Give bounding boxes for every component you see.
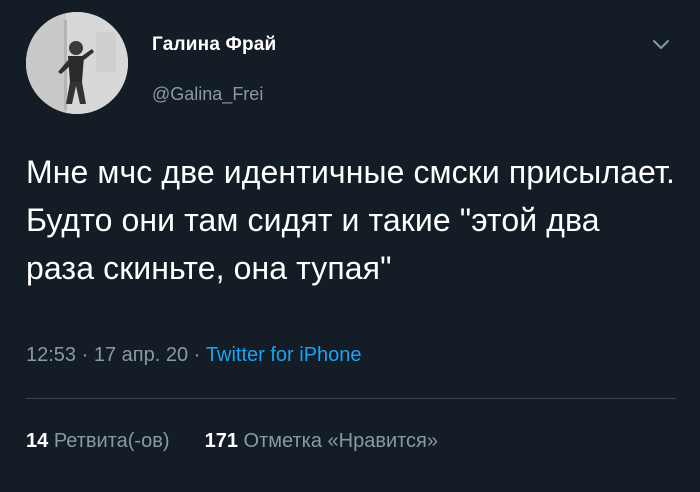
retweets-count: 14: [26, 430, 49, 452]
retweets-label: Ретвита(-ов): [53, 430, 170, 452]
avatar-photo: [26, 12, 128, 114]
tweet-meta: 12:53 · 17 апр. 20 · Twitter for iPhone: [26, 344, 362, 367]
tweet-card: Галина Фрай @Galina_Frei Мне мчс две иде…: [0, 0, 700, 492]
tweet-source-link[interactable]: Twitter for iPhone: [206, 344, 362, 366]
tweet-time[interactable]: 12:53: [26, 344, 76, 366]
chevron-down-icon-svg: [653, 40, 669, 49]
meta-separator: ·: [81, 344, 89, 366]
chevron-down-icon[interactable]: [652, 38, 670, 52]
author-handle[interactable]: @Galina_Frei: [152, 84, 263, 105]
likes-label: Отметка «Нравится»: [243, 430, 438, 452]
meta-separator: ·: [193, 344, 201, 366]
divider: [26, 398, 676, 399]
avatar[interactable]: [26, 12, 128, 114]
likes-stat[interactable]: 171 Отметка «Нравится»: [205, 430, 438, 452]
tweet-text: Мне мчс две идентичные смски присылает. …: [26, 154, 676, 286]
likes-count: 171: [204, 430, 238, 452]
tweet-stats: 14 Ретвита(-ов) 171 Отметка «Нравится»: [26, 430, 438, 453]
author-display-name[interactable]: Галина Фрай: [152, 34, 276, 56]
retweets-stat[interactable]: 14 Ретвита(-ов): [26, 430, 175, 452]
tweet-date[interactable]: 17 апр. 20: [94, 344, 188, 366]
